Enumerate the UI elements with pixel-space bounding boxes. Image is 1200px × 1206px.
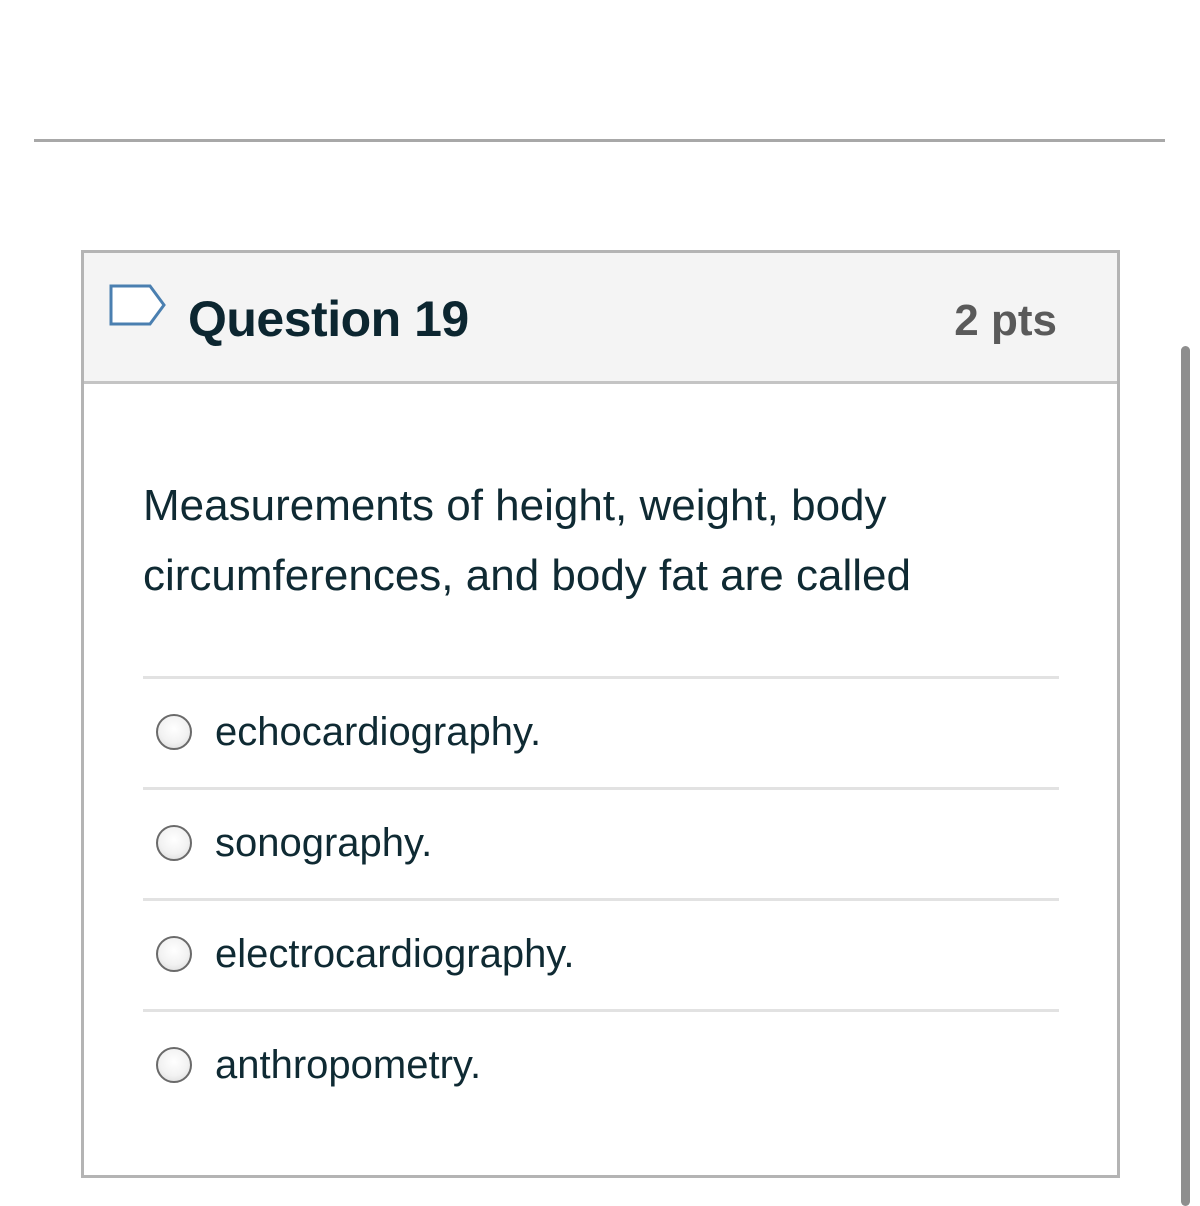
answer-option[interactable]: sonography. (143, 787, 1059, 898)
radio-button[interactable] (156, 936, 192, 972)
question-text: Measurements of height, weight, body cir… (143, 481, 911, 600)
radio-button[interactable] (156, 1047, 192, 1083)
question-header: Question 19 2 pts (84, 253, 1117, 384)
answer-option[interactable]: echocardiography. (143, 676, 1059, 787)
answer-option[interactable]: anthropometry. (143, 1009, 1059, 1120)
radio-button[interactable] (156, 825, 192, 861)
radio-button[interactable] (156, 714, 192, 750)
answer-label[interactable]: electrocardiography. (215, 927, 574, 981)
answer-option[interactable]: electrocardiography. (143, 898, 1059, 1009)
answer-label[interactable]: anthropometry. (215, 1038, 481, 1092)
flag-bookmark-icon[interactable] (108, 283, 168, 331)
answer-label[interactable]: sonography. (215, 816, 432, 870)
question-card: Question 19 2 pts Measurements of height… (81, 250, 1120, 1178)
top-divider (34, 139, 1165, 142)
question-points: 2 pts (954, 296, 1057, 345)
answer-list: echocardiography. sonography. electrocar… (143, 676, 1059, 1120)
question-title: Question 19 (188, 291, 469, 347)
scrollbar[interactable] (1181, 346, 1190, 1206)
answer-label[interactable]: echocardiography. (215, 705, 541, 759)
